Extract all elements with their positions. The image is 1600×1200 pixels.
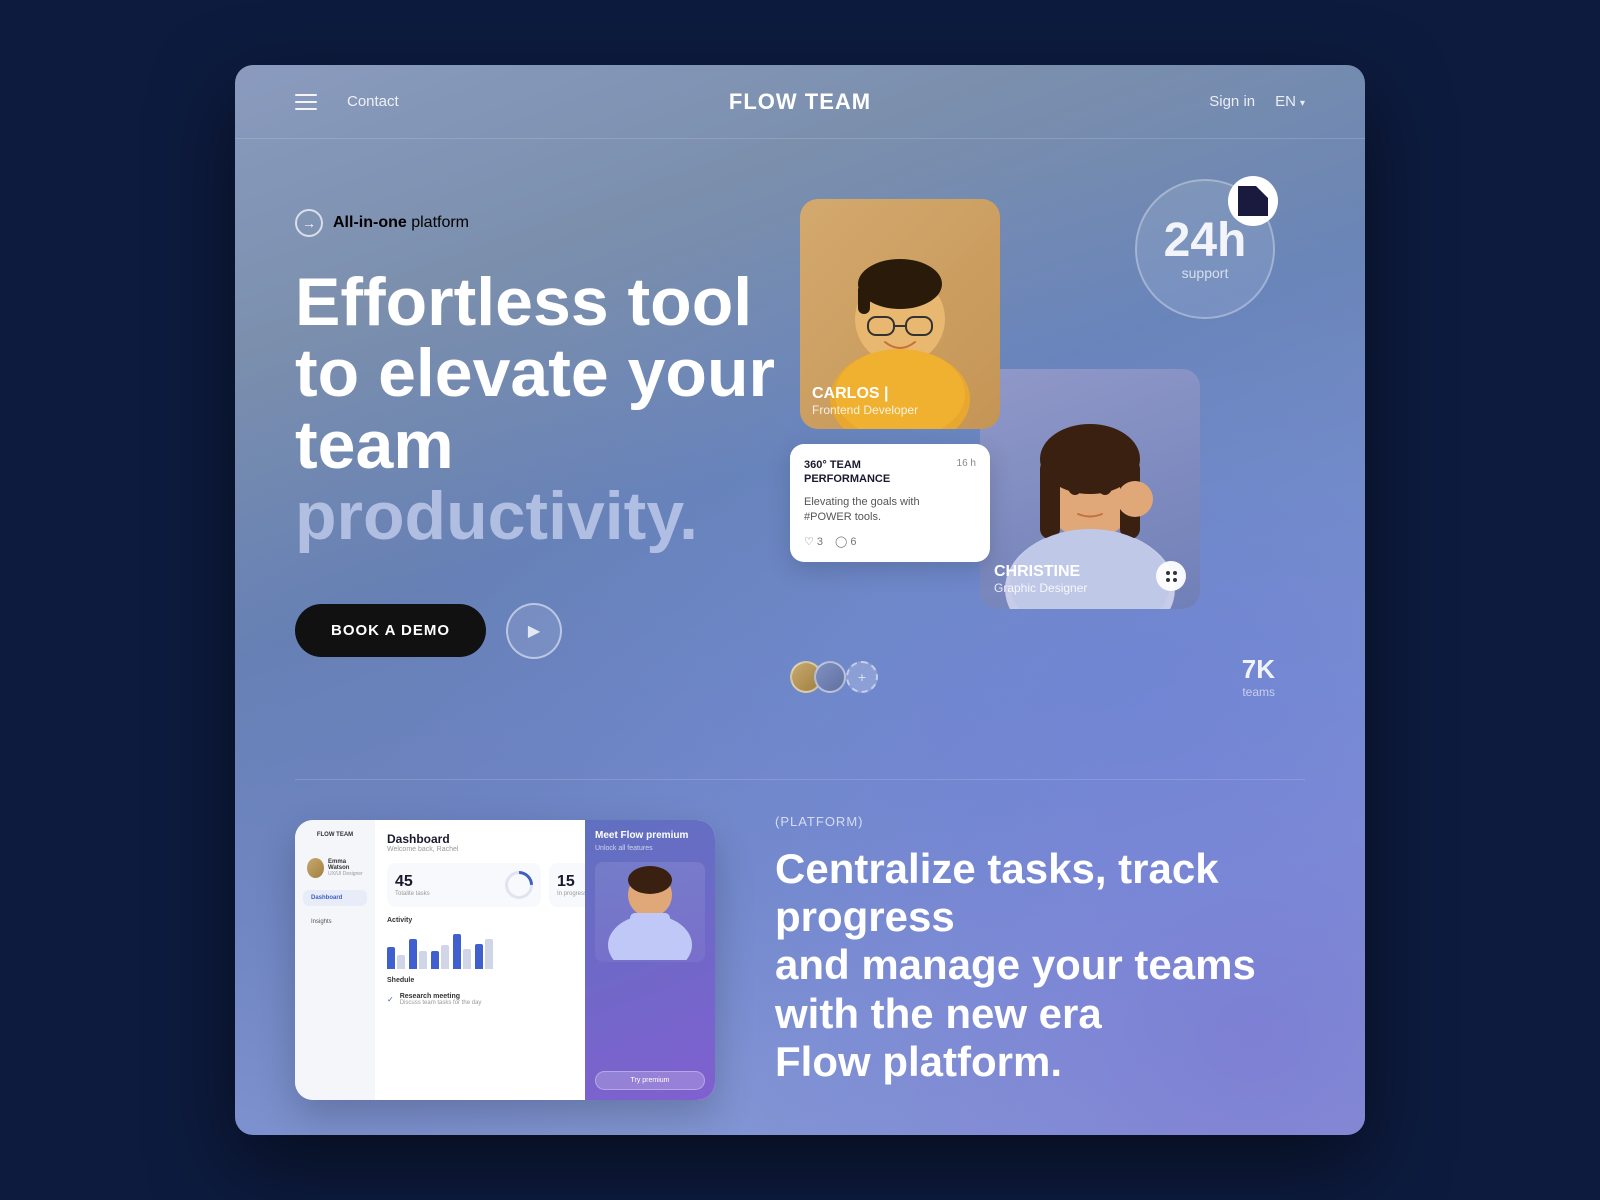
perf-time: 16 h	[957, 458, 976, 469]
perf-comments: ◯ 6	[835, 535, 856, 548]
add-member-button[interactable]: +	[846, 661, 878, 693]
progress-circle-1	[499, 865, 539, 905]
book-demo-button[interactable]: BOOK A DEMO	[295, 604, 486, 657]
bar-2a	[409, 939, 417, 969]
stat-label-1: Totalite tasks	[395, 891, 430, 897]
dots-icon	[1166, 571, 1177, 582]
cta-row: BOOK A DEMO ▶	[295, 603, 800, 659]
play-button[interactable]: ▶	[506, 603, 562, 659]
carlos-card: CARLOS | Frontend Developer	[800, 199, 1000, 429]
hero-right: 24h support	[800, 189, 1305, 739]
bar-3b	[441, 945, 449, 969]
tag-text: All-in-one platform	[333, 214, 469, 232]
mockup-user-role: UX/UI Designer	[328, 871, 363, 877]
platform-section: (PLATFORM) Centralize tasks, track progr…	[775, 820, 1305, 1060]
mockup-subtitle: Welcome back, Rachel	[387, 846, 458, 853]
support-label: support	[1182, 265, 1229, 281]
premium-card: Meet Flow premium Unlock all features Tr…	[585, 820, 715, 1100]
bar-5b	[485, 939, 493, 969]
header-right: Sign in EN	[1209, 93, 1305, 110]
bar-4a	[453, 934, 461, 969]
heart-icon: ♡	[804, 535, 814, 548]
tag-line: → All-in-one platform	[295, 209, 800, 237]
carlos-role: Frontend Developer	[812, 403, 918, 417]
mockup-user-name: Emma Watson	[328, 859, 363, 871]
mockup-sidebar: FLOW TEAM Emma Watson UX/UI Designer Das…	[295, 820, 375, 1100]
performance-card: 360° TEAMPERFORMANCE 16 h Elevating the …	[790, 444, 990, 562]
mockup-logo: FLOW TEAM	[303, 832, 367, 838]
dashboard-mockup: FLOW TEAM Emma Watson UX/UI Designer Das…	[295, 820, 715, 1100]
hero-bottom-row: + 7K teams	[790, 654, 1275, 699]
support-circle: 24h support	[1135, 179, 1275, 319]
contact-link[interactable]: Contact	[347, 93, 399, 110]
bar-1b	[397, 955, 405, 969]
platform-title: Centralize tasks, track progressand mana…	[775, 845, 1305, 1086]
hamburger-menu[interactable]	[295, 94, 317, 110]
stat-num-2: 15	[557, 873, 587, 891]
stat-label-2: In progress	[557, 891, 587, 897]
bar-5a	[475, 944, 483, 969]
bar-2b	[419, 951, 427, 969]
try-premium-button[interactable]: Try premium	[595, 1071, 705, 1090]
premium-title: Meet Flow premium	[595, 830, 705, 841]
meeting-title: Research meeting	[400, 993, 482, 1000]
activity-title: Activity	[387, 917, 412, 924]
language-selector[interactable]: EN	[1275, 93, 1305, 110]
bottom-section: FLOW TEAM Emma Watson UX/UI Designer Das…	[235, 780, 1365, 1100]
card-options-button[interactable]	[1156, 561, 1186, 591]
stat-num-1: 45	[395, 873, 430, 891]
teams-count: 7K teams	[1242, 654, 1275, 699]
hero-left: → All-in-one platform Effortless tool to…	[295, 189, 800, 739]
stat-total-tasks: 45 Totalite tasks	[387, 863, 541, 907]
support-icon	[1228, 176, 1278, 226]
perf-title: 360° TEAMPERFORMANCE	[804, 458, 890, 487]
mini-avatar-2	[814, 661, 846, 693]
premium-person-image	[595, 862, 705, 962]
site-logo: FLOW TEAM	[729, 89, 871, 115]
header: Contact FLOW TEAM Sign in EN	[235, 65, 1365, 139]
mockup-title: Dashboard	[387, 832, 458, 846]
bar-4b	[463, 949, 471, 969]
perf-likes: ♡ 3	[804, 535, 823, 548]
bar-group-4	[453, 934, 471, 969]
premium-subtitle: Unlock all features	[595, 845, 705, 852]
christine-card: CHRISTINE Graphic Designer	[980, 369, 1200, 609]
chevron-down-icon	[1300, 93, 1305, 110]
mockup-nav-dashboard[interactable]: Dashboard	[303, 890, 367, 906]
icon-shape	[1238, 186, 1268, 216]
mockup-user-avatar	[307, 858, 324, 878]
header-left: Contact	[295, 93, 399, 110]
schedule-title: Shedule	[387, 977, 414, 984]
carlos-name: CARLOS |	[812, 385, 918, 403]
platform-tag: (PLATFORM)	[775, 814, 1305, 829]
hero-section: → All-in-one platform Effortless tool to…	[235, 139, 1365, 779]
arrow-circle-icon: →	[295, 209, 323, 237]
meeting-desc: Discuss team tasks for the day	[400, 1000, 482, 1006]
browser-window: Contact FLOW TEAM Sign in EN → All-in-on…	[235, 65, 1365, 1135]
bar-3a	[431, 951, 439, 969]
check-icon: ✓	[387, 995, 394, 1004]
team-avatars: +	[790, 661, 878, 693]
mockup-nav-insights[interactable]: Insights	[303, 914, 367, 930]
christine-role: Graphic Designer	[994, 581, 1160, 595]
bar-group-1	[387, 947, 405, 969]
perf-header: 360° TEAMPERFORMANCE 16 h	[804, 458, 976, 487]
bar-group-3	[431, 945, 449, 969]
christine-name: CHRISTINE	[994, 563, 1160, 581]
hero-title: Effortless tool to elevate your team pro…	[295, 267, 800, 553]
support-number: 24h	[1164, 217, 1247, 265]
premium-illustration	[595, 865, 705, 960]
carlos-info: CARLOS | Frontend Developer	[812, 385, 918, 417]
comment-icon: ◯	[835, 535, 847, 548]
bar-group-5	[475, 939, 493, 969]
perf-description: Elevating the goals with#POWER tools.	[804, 495, 976, 526]
bar-1a	[387, 947, 395, 969]
perf-stats: ♡ 3 ◯ 6	[804, 535, 976, 548]
mockup-user: Emma Watson UX/UI Designer	[303, 854, 367, 882]
christine-info: CHRISTINE Graphic Designer	[994, 563, 1160, 595]
sign-in-link[interactable]: Sign in	[1209, 93, 1255, 110]
bar-group-2	[409, 939, 427, 969]
